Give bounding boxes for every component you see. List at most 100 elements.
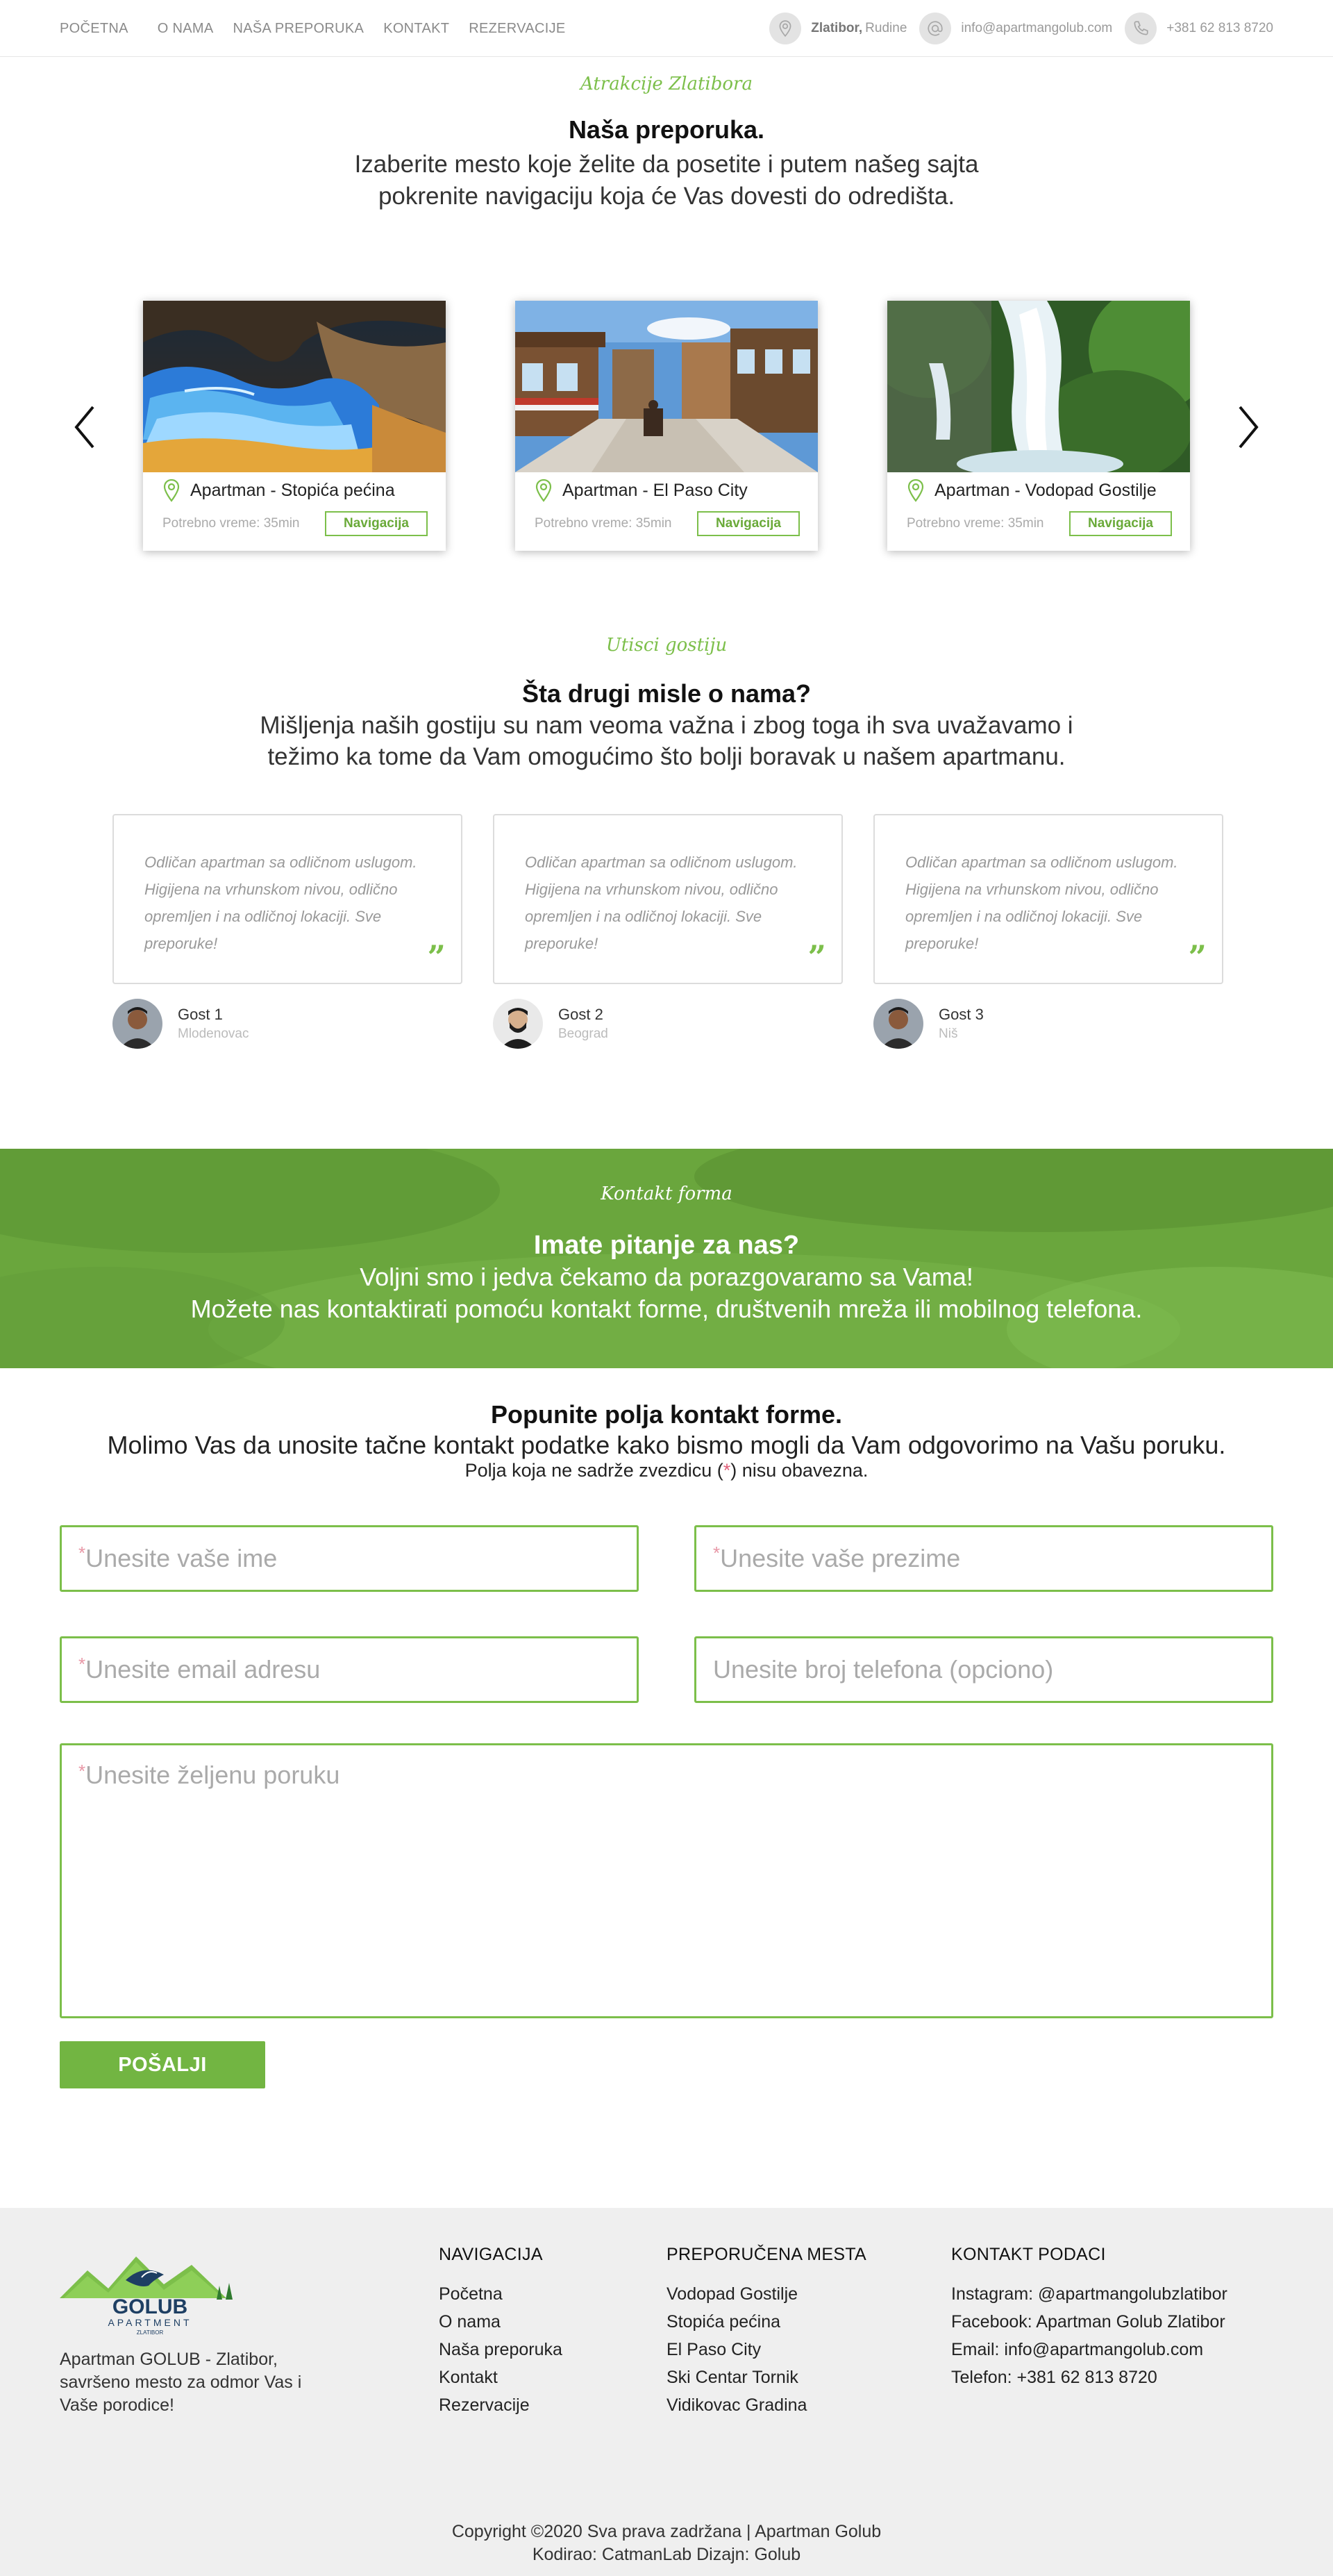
required-star: * [713,1543,721,1563]
location-pin-icon [769,13,802,44]
logo-text: GOLUB [112,2295,187,2318]
banner-line1: Voljni smo i jedva čekamo da porazgovara… [360,1263,973,1291]
last-name-field[interactable]: * Unesite vaše prezime [694,1525,1273,1592]
guest-city: Niš [939,1027,958,1041]
testimonial-text: Odličan apartman sa odličnom uslugom. Hi… [144,854,417,952]
navigation-button[interactable]: Navigacija [325,511,428,536]
contact-banner: Kontakt forma Imate pitanje za nas? Volj… [0,1149,1333,1368]
footer-facebook[interactable]: Facebook: Apartman Golub Zlatibor [951,2308,1227,2336]
footer-nav-column: NAVIGACIJA Početna O nama Naša preporuka… [439,2245,562,2419]
card-title: Apartman - El Paso City [535,479,748,502]
form-note-text-end: ) nisu obavezna. [730,1460,869,1481]
email-info[interactable]: info@apartmangolub.com [919,13,1112,44]
navigation-button[interactable]: Navigacija [697,511,800,536]
quote-icon: ” [427,938,446,976]
footer-place-link[interactable]: Vodopad Gostilje [666,2280,866,2308]
nav-link-o-nama[interactable]: O NAMA [158,21,214,37]
banner-script-heading: Kontakt forma [601,1183,732,1204]
footer-link-nasa-preporuka[interactable]: Naša preporuka [439,2336,562,2363]
guest-city: Beograd [558,1027,608,1041]
testimonials-title: Šta drugi misle o nama? [521,679,812,708]
phone-text[interactable]: +381 62 813 8720 [1166,21,1273,36]
required-star: * [78,1761,86,1781]
form-title: Popunite polja kontakt forme. [490,1400,843,1429]
card-title-text: Apartman - Vodopad Gostilje [934,480,1157,500]
footer-instagram[interactable]: Instagram: @apartmangolubzlatibor [951,2280,1227,2308]
nav-link-kontakt[interactable]: KONTAKT [383,21,449,37]
first-name-field[interactable]: * Unesite vaše ime [60,1525,639,1592]
testimonials-subtitle-line1: Mišljenja naših gostiju su nam veoma važ… [260,712,1073,739]
submit-button[interactable]: POŠALJI [60,2041,265,2088]
footer-email[interactable]: Email: info@apartmangolub.com [951,2336,1227,2363]
footer-place-link[interactable]: Vidikovac Gradina [666,2391,866,2419]
footer-link-pocetna[interactable]: Početna [439,2280,562,2308]
phone-icon [1125,13,1157,44]
recommend-script-heading: Atrakcije Zlatibora [580,74,753,94]
golub-logo[interactable]: GOLUB APARTMENT ZLATIBOR [60,2250,242,2337]
recommend-subtitle-line1: Izaberite mesto koje želite da posetite … [354,151,979,178]
required-star: * [723,1460,731,1481]
footer-link-rezervacije[interactable]: Rezervacije [439,2391,562,2419]
guest-name: Gost 1 [178,1006,223,1023]
banner-line2: Možete nas kontaktirati pomoću kontakt f… [190,1295,1143,1323]
map-pin-icon [907,479,924,502]
form-subtitle: Molimo Vas da unosite tačne kontakt poda… [107,1431,1226,1459]
phone-placeholder: Unesite broj telefona (opciono) [713,1655,1054,1684]
recommend-subtitle-line2: pokrenite navigaciju koja će Vas dovesti… [378,183,955,210]
contact-info-bar: Zlatibor, Rudine info@apartmangolub.com … [757,0,1273,57]
el-paso-city-image [515,301,818,472]
email-field[interactable]: * Unesite email adresu [60,1636,639,1703]
testimonials-script-heading: Utisci gostiju [605,635,728,656]
nav-link-nasa-preporuka[interactable]: NAŠA PREPORUKA [233,21,364,37]
footer-link-kontakt[interactable]: Kontakt [439,2363,562,2391]
map-pin-icon [535,479,552,502]
main-nav: POČETNA O NAMA NAŠA PREPORUKA KONTAKT RE… [60,0,585,57]
map-pin-icon [163,479,180,502]
footer-link-o-nama[interactable]: O nama [439,2308,562,2336]
footer-places-title: PREPORUČENA MESTA [666,2245,867,2264]
banner-title: Imate pitanje za nas? [533,1231,800,1260]
quote-icon: ” [1188,938,1207,976]
card-travel-time: Potrebno vreme: 35min [907,516,1044,531]
nav-link-rezervacije[interactable]: REZERVACIJE [469,21,565,37]
testimonial-text: Odličan apartman sa odličnom uslugom. Hi… [905,854,1178,952]
guest-city: Mlodenovac [178,1027,249,1041]
carousel-prev-icon[interactable] [71,403,99,451]
copyright: Copyright ©2020 Sva prava zadržana | Apa… [0,2520,1333,2566]
footer: GOLUB APARTMENT ZLATIBOR Apartman GOLUB … [0,2208,1333,2576]
waterfall-image [887,301,1190,472]
place-card-vodopad-gostilje[interactable]: Apartman - Vodopad Gostilje Potrebno vre… [887,301,1190,551]
required-star: * [78,1654,86,1675]
place-card-el-paso-city[interactable]: Apartman - El Paso City Potrebno vreme: … [515,301,818,551]
message-placeholder: Unesite željenu poruku [85,1761,340,1789]
footer-description: Apartman GOLUB - Zlatibor, savršeno mest… [60,2350,302,2415]
email-text[interactable]: info@apartmangolub.com [961,21,1112,36]
testimonial-card: Odličan apartman sa odličnom uslugom. Hi… [493,814,843,984]
testimonial-card: Odličan apartman sa odličnom uslugom. Hi… [873,814,1223,984]
footer-place-link[interactable]: Ski Centar Tornik [666,2363,866,2391]
avatar [493,999,543,1049]
footer-place-link[interactable]: Stopića pećina [666,2308,866,2336]
first-name-placeholder: Unesite vaše ime [85,1544,278,1572]
navigation-button[interactable]: Navigacija [1069,511,1172,536]
guest-info: Gost 2 Beograd [493,999,608,1049]
phone-info[interactable]: +381 62 813 8720 [1125,13,1273,44]
quote-icon: ” [807,938,826,976]
footer-phone[interactable]: Telefon: +381 62 813 8720 [951,2363,1227,2391]
footer-place-link[interactable]: El Paso City [666,2336,866,2363]
form-note: Polja koja ne sadrže zvezdicu (*) nisu o… [0,1460,1333,1481]
carousel-next-icon[interactable] [1234,403,1262,451]
message-textarea[interactable]: *Unesite željenu poruku [60,1743,1273,2018]
card-title-text: Apartman - El Paso City [562,480,748,500]
avatar [112,999,162,1049]
copyright-line2: Kodirao: CatmanLab Dizajn: Golub [532,2545,801,2564]
guest-info: Gost 1 Mlodenovac [112,999,249,1049]
top-bar: POČETNA O NAMA NAŠA PREPORUKA KONTAKT RE… [0,0,1333,57]
nav-link-pocetna[interactable]: POČETNA [60,21,128,37]
place-card-stopica-pecina[interactable]: Apartman - Stopića pećina Potrebno vreme… [143,301,446,551]
card-title: Apartman - Stopića pećina [162,479,395,502]
testimonials-subtitle-line2: težimo ka tome da Vam omogućimo što bolj… [267,743,1066,770]
card-travel-time: Potrebno vreme: 35min [162,516,300,531]
footer-contact-column: KONTAKT PODACI Instagram: @apartmangolub… [951,2245,1227,2391]
phone-field[interactable]: Unesite broj telefona (opciono) [694,1636,1273,1703]
